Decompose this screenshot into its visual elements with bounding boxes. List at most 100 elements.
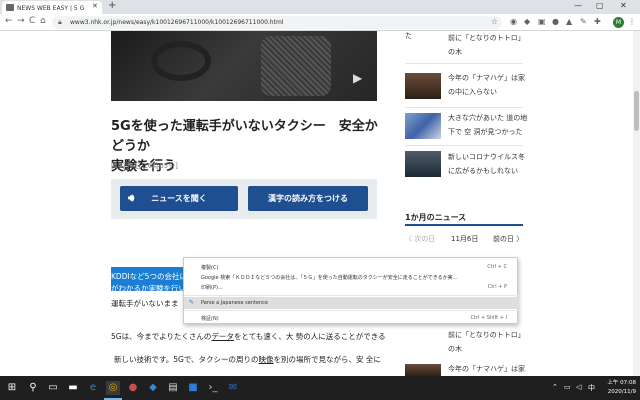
back-button[interactable]: ← (5, 16, 13, 26)
tab-strip: NEWS WEB EASY | 5 G を使った… ✕ + — ▢ ✕ (0, 0, 640, 14)
search-icon[interactable]: ⚲ (26, 381, 40, 395)
file-explorer-icon[interactable]: ▬ (66, 381, 80, 395)
app-icon-red[interactable]: ● (126, 381, 140, 395)
sidebar-thumb-corona[interactable] (405, 151, 441, 177)
clock-date: 2020/11/9 (607, 389, 636, 395)
tab-news-web-easy[interactable]: NEWS WEB EASY | 5 G を使った… ✕ (2, 1, 102, 14)
listen-news-button[interactable]: 🔊︎ ニュースを聞く (120, 186, 238, 211)
taskbar-clock[interactable]: 上午 07:08 2020/11/9 (600, 379, 636, 397)
url-text[interactable]: www3.nhk.or.jp/news/easy/k10012696711000… (70, 19, 283, 26)
camera-extension-icon[interactable]: ◉ (510, 17, 517, 26)
sidebar-thumb-namahage[interactable] (405, 73, 441, 99)
sidebar-divider (405, 107, 523, 108)
menu-item-label: 複製(C) (201, 265, 219, 271)
extension-icon-3[interactable]: ● (552, 17, 559, 26)
current-date: 11月6日 (451, 235, 479, 243)
data-term-link[interactable]: データ (211, 332, 234, 341)
sidebar-news-item-0[interactable]: 前に「となりのトトロ」の木 (448, 31, 528, 59)
sidebar-bottom-item-1[interactable]: 今年の「ナマハゲ」は家の中 (448, 362, 528, 376)
context-menu: 複製(C) Ctrl + C Google 検索「ＫＤＤＩなど５つの会社は、「５… (183, 257, 519, 324)
vscode-icon[interactable]: ◆ (146, 381, 160, 395)
browser-toolbar: ← → C ⌂ 🔒︎ www3.nhk.or.jp/news/easy/k100… (0, 14, 640, 31)
folder-icon[interactable]: ▤ (166, 381, 180, 395)
extension-icon-4[interactable]: ▲ (566, 17, 572, 26)
article-line-partial: 運転手がいないまま (111, 299, 179, 308)
sidebar-news-item-1[interactable]: 今年の「ナマハゲ」は家の中に入らない (448, 71, 528, 99)
forward-button[interactable]: → (17, 16, 25, 26)
next-day-link[interactable]: 〈 次の日 (405, 234, 435, 244)
listen-news-label: ニュースを聞く (151, 194, 207, 203)
para3-text-b: を別の場所で見ながら、安 全に (273, 355, 381, 364)
tab-title: NEWS WEB EASY | 5 G を使った… (17, 5, 87, 12)
menu-item-print[interactable]: 印刷(P)... Ctrl + P (184, 281, 519, 293)
sidebar-top-snippet: た (405, 32, 412, 40)
menu-separator (184, 310, 519, 311)
start-button[interactable]: ⊞ (5, 381, 19, 395)
menu-item-shortcut: Ctrl + C (487, 264, 507, 270)
extension-icon-1[interactable]: ◆ (524, 17, 530, 26)
bookmark-star-icon[interactable]: ☆ (491, 17, 498, 26)
outlook-icon[interactable]: ✉ (226, 381, 240, 395)
tray-chevron-icon[interactable]: ⌃ (552, 383, 558, 391)
menu-item-label: 検証(N) (201, 316, 219, 322)
selected-line-2[interactable]: がわかるか実験を行い (111, 283, 186, 294)
clock-time: 上午 07:08 (607, 380, 636, 386)
web-page: ▶ 5Gを使った運転手がいないタクシー 安全かどうか 実験を行う [11月6日 … (0, 31, 640, 376)
app-icon-blue[interactable]: ■ (186, 381, 200, 395)
address-bar[interactable]: 🔒︎ www3.nhk.or.jp/news/easy/k10012696711… (52, 16, 502, 29)
sidebar-bottom-item-0[interactable]: 前に「となりのトトロ」の木 (448, 328, 528, 356)
extension-icon-2[interactable]: ▣ (538, 17, 546, 26)
menu-item-shortcut: Ctrl + Shift + I (470, 315, 507, 321)
scrollbar-thumb[interactable] (634, 91, 639, 131)
sidebar-thumb-namahage-2[interactable] (405, 364, 441, 376)
menu-kebab-icon[interactable]: ⋮ (628, 17, 636, 26)
volume-icon[interactable]: ◁ (576, 383, 581, 391)
video-term-link[interactable]: 映像 (259, 355, 274, 364)
lock-icon: 🔒︎ (58, 18, 62, 26)
para3-text-a: 新しい技術です。5Gで、タクシーの周りの (114, 355, 259, 364)
profile-avatar[interactable]: M (613, 17, 624, 28)
screen: NEWS WEB EASY | 5 G を使った… ✕ + — ▢ ✕ ← → … (0, 0, 640, 400)
minimize-button[interactable]: — (574, 1, 582, 10)
furigana-label: 漢字の読み方をつける (268, 194, 348, 203)
article-date: [11月6日 16時05分] (111, 162, 178, 170)
para2-text-a: 5Gは、今までよりたくさんの (111, 332, 212, 341)
extension-icon-5[interactable]: ✎ (580, 17, 587, 26)
previous-day-link[interactable]: 前の日 〉 (493, 234, 523, 244)
menu-item-label: Parse a Japanese sentence (201, 300, 269, 306)
sidebar-divider (405, 63, 523, 64)
home-button[interactable]: ⌂ (40, 16, 46, 26)
steering-wheel-shape (151, 41, 211, 81)
speaker-icon: 🔊︎ (128, 193, 135, 204)
furigana-button[interactable]: 漢字の読み方をつける (248, 186, 368, 211)
new-tab-button[interactable]: + (108, 0, 116, 11)
article-video[interactable]: ▶ (111, 31, 377, 101)
sidebar-divider (405, 145, 523, 146)
puzzle-extensions-icon[interactable]: ✚ (594, 17, 601, 26)
task-view-icon[interactable]: ▭ (46, 381, 60, 395)
edge-icon[interactable]: e (86, 381, 100, 395)
reload-button[interactable]: C (29, 16, 35, 26)
windows-taskbar: ⊞ ⚲ ▭ ▬ e ◎ ● ◆ ▤ ■ ›_ ✉ ⌃ ▭ ◁ 中 上午 07:0… (0, 376, 640, 400)
menu-item-parse-japanese[interactable]: ✎ Parse a Japanese sentence (184, 297, 519, 309)
monthly-news-title: 1か月のニュース (405, 213, 467, 222)
menu-separator (184, 295, 519, 296)
car-seat-shape (261, 36, 331, 96)
chrome-icon[interactable]: ◎ (106, 381, 120, 395)
sidebar-news-item-3[interactable]: 新しいコロナウイルス冬に広がるかもしれない (448, 150, 528, 178)
terminal-icon[interactable]: ›_ (206, 381, 220, 395)
window-close-button[interactable]: ✕ (620, 1, 627, 10)
menu-item-label: Google 検索「ＫＤＤＩなど５つの会社は、「５Ｇ」を使った自動運転のタクシー… (201, 275, 458, 281)
sidebar-news-item-2[interactable]: 大きな穴があいた 道の地下で 空 洞が見つかった (448, 111, 528, 139)
tab-close-icon[interactable]: ✕ (92, 2, 98, 10)
maximize-button[interactable]: ▢ (596, 1, 604, 10)
ime-icon[interactable]: 中 (588, 383, 595, 393)
site-favicon-icon (6, 4, 14, 11)
network-icon[interactable]: ▭ (564, 383, 571, 391)
play-icon[interactable]: ▶ (353, 71, 362, 85)
menu-item-inspect[interactable]: 検証(N) Ctrl + Shift + I (184, 312, 519, 324)
section-rule (405, 224, 523, 226)
page-scrollbar[interactable] (633, 31, 640, 376)
sidebar-thumb-sinkhole-map[interactable] (405, 113, 441, 139)
menu-item-label: 印刷(P)... (201, 285, 223, 291)
